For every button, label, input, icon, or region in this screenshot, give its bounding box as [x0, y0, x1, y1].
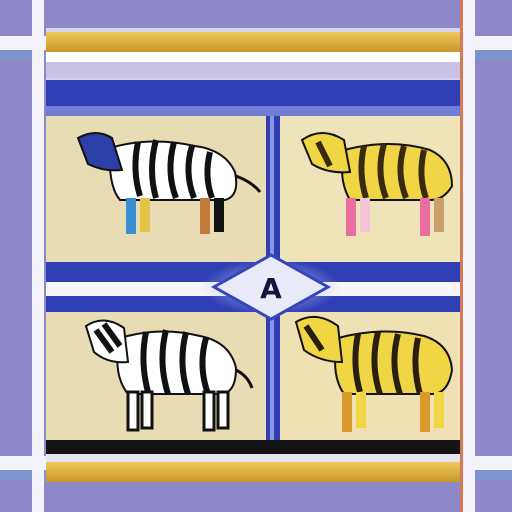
- white-band-bottom: [46, 454, 460, 462]
- blue-band-top: [46, 80, 460, 106]
- zebra-panel-picture: A: [46, 28, 460, 482]
- gold-band-bottom: [46, 462, 460, 482]
- dark-band-bottom: [46, 440, 460, 454]
- lilac-band-top: [46, 62, 460, 78]
- gold-band-top: [46, 32, 460, 52]
- blue-band-top-shade: [46, 106, 460, 116]
- white-band-top: [46, 52, 460, 62]
- center-glyph: A: [260, 272, 282, 305]
